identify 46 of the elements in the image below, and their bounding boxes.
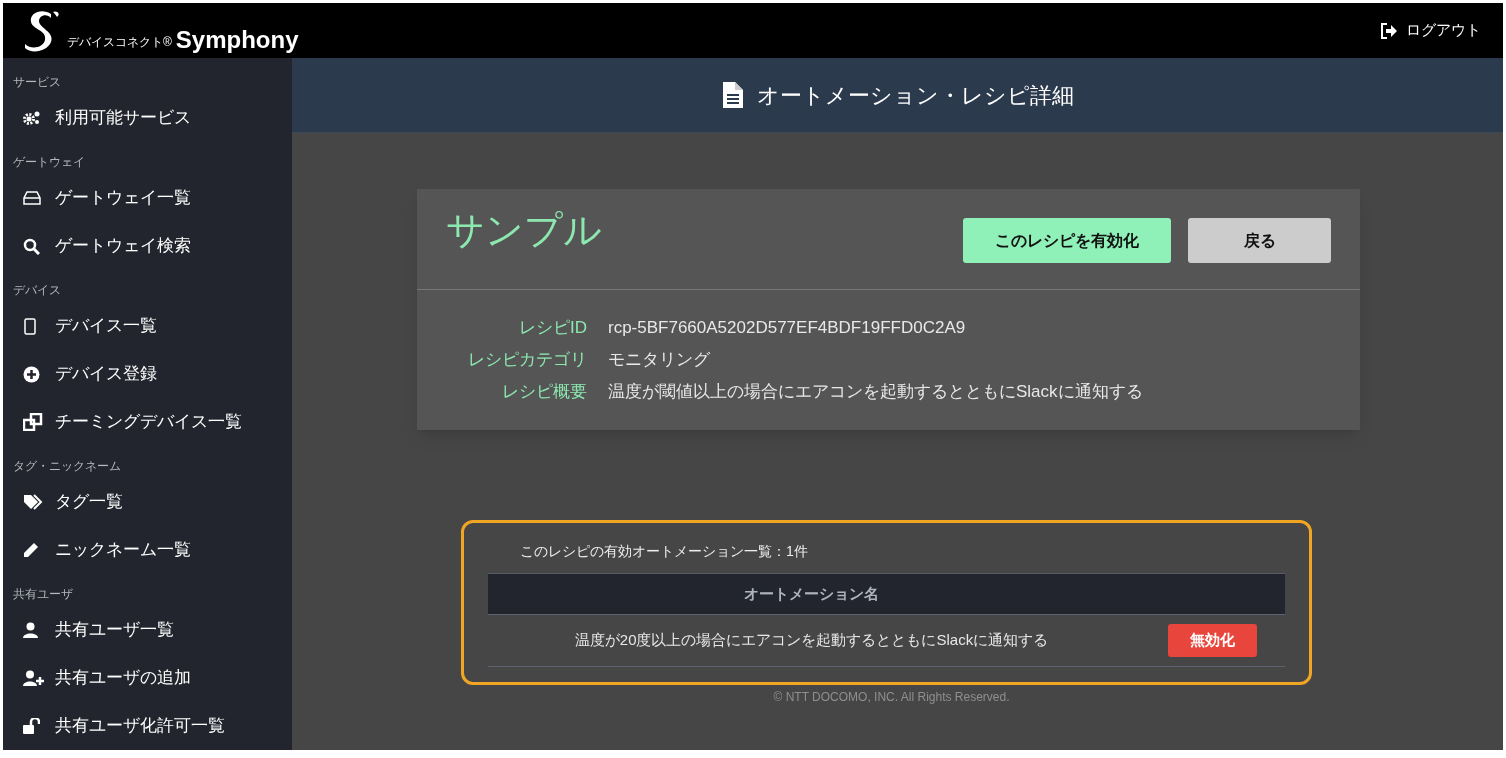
back-button[interactable]: 戻る xyxy=(1188,218,1331,263)
sidebar-section-label: タグ・ニックネーム xyxy=(12,458,122,475)
enable-recipe-button[interactable]: このレシピを有効化 xyxy=(963,218,1171,263)
logout-link[interactable]: ログアウト xyxy=(1380,19,1481,42)
sidebar-section-label: デバイス xyxy=(12,282,62,299)
field-value: モニタリング xyxy=(608,349,710,372)
table-cell-text: 温度が20度以上の場合にエアコンを起動するとともにSlackに通知する xyxy=(573,630,1050,651)
plus-circle-icon xyxy=(23,365,40,383)
tags-icon xyxy=(23,494,43,510)
column-header: オートメーション名 xyxy=(743,583,880,604)
sidebar-item[interactable]: タグ一覧 xyxy=(3,478,292,526)
brand-subtitle: デバイスコネクト® xyxy=(67,33,172,51)
field-value: rcp-5BF7660A5202D577EF4BDF19FFD0C2A9 xyxy=(608,317,966,340)
sidebar-item[interactable]: 利用可能サービス xyxy=(3,94,292,142)
drive-icon xyxy=(23,191,41,205)
field-value: 温度が閾値以上の場合にエアコンを起動するとともにSlackに通知する xyxy=(608,381,1143,404)
user-icon xyxy=(23,622,38,638)
document-icon xyxy=(721,82,743,108)
sidebar-item[interactable]: 共有ユーザ一覧 xyxy=(3,606,292,654)
automation-count-caption: このレシピの有効オートメーション一覧：1件 xyxy=(520,542,809,561)
brand-name: Symphony xyxy=(175,27,299,52)
recipe-name: サンプル xyxy=(446,211,602,253)
sidebar-item[interactable]: ゲートウェイ検索 xyxy=(3,222,292,270)
logout-icon xyxy=(1380,22,1398,39)
disable-button[interactable]: 無効化 xyxy=(1168,624,1257,657)
windows-icon xyxy=(23,413,43,431)
user-plus-icon xyxy=(23,670,44,686)
sidebar-section-label: サービス xyxy=(12,74,62,91)
sidebar-item[interactable]: 共有ユーザ化許可一覧 xyxy=(3,702,292,750)
sidebar-item[interactable]: ゲートウェイ一覧 xyxy=(3,174,292,222)
sidebar-section-label: ゲートウェイ xyxy=(12,154,86,171)
field-label: レシピID xyxy=(518,317,587,340)
sidebar-item[interactable]: ニックネーム一覧 xyxy=(3,526,292,574)
copyright-text: © NTT DOCOMO, INC. All Rights Reserved. xyxy=(772,689,1011,706)
field-label: レシピカテゴリ xyxy=(467,349,587,372)
sidebar-item[interactable]: デバイス登録 xyxy=(3,350,292,398)
pencil-icon xyxy=(23,542,39,558)
page-title: オートメーション・レシピ詳細 xyxy=(757,81,1074,110)
sidebar-section-label: 共有ユーザ xyxy=(12,586,74,603)
search-icon xyxy=(23,237,40,255)
unlock-icon xyxy=(23,718,40,734)
sidebar-item[interactable]: チーミングデバイス一覧 xyxy=(3,398,292,446)
sidebar-item[interactable]: 共有ユーザの追加 xyxy=(3,654,292,702)
sidebar-item[interactable]: デバイス一覧 xyxy=(3,302,292,350)
field-label: レシピ概要 xyxy=(501,381,587,404)
tablet-icon xyxy=(23,317,37,335)
